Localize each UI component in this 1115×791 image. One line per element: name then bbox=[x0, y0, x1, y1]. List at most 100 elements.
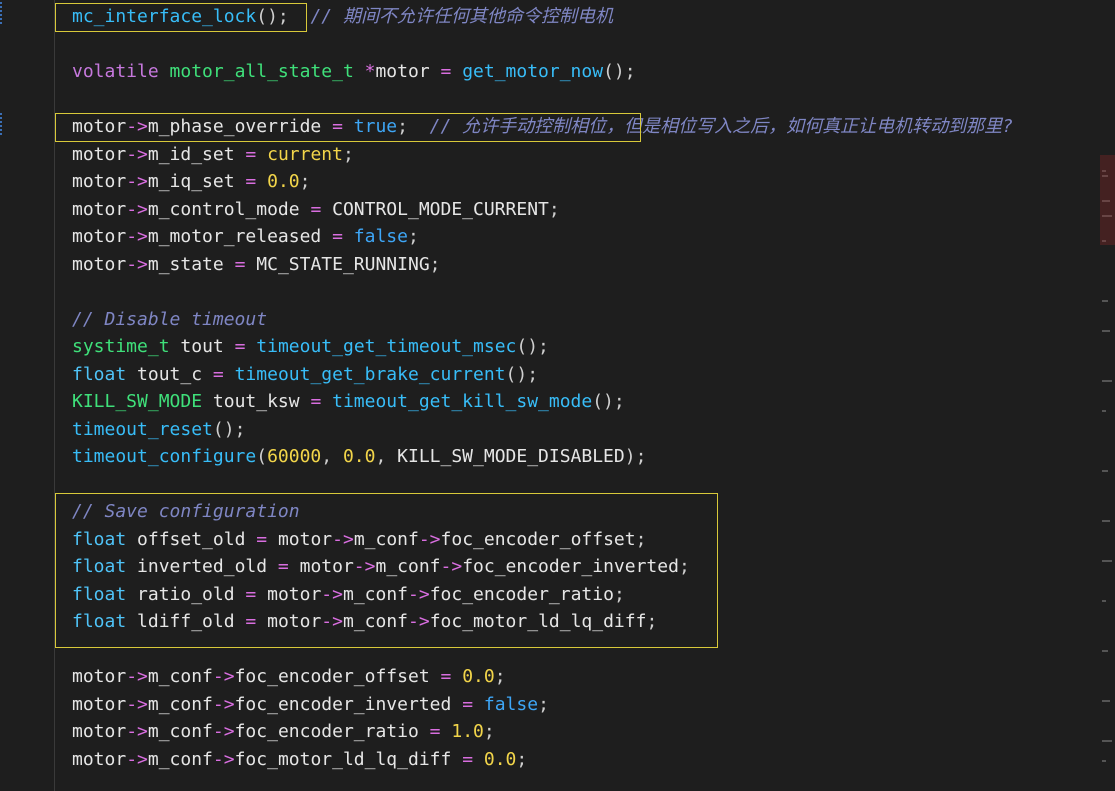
code-token: (); bbox=[592, 391, 625, 412]
code-line[interactable]: motor->m_conf->foc_motor_ld_lq_diff = 0.… bbox=[72, 746, 527, 773]
code-line[interactable]: timeout_configure(60000, 0.0, KILL_SW_MO… bbox=[72, 443, 646, 470]
code-line[interactable]: motor->m_conf->foc_encoder_offset = 0.0; bbox=[72, 663, 506, 690]
code-line[interactable]: float inverted_old = motor->m_conf->foc_… bbox=[72, 553, 690, 580]
code-token: timeout_get_brake_current bbox=[234, 363, 506, 385]
code-token: ldiff_old bbox=[137, 611, 235, 632]
code-token: ; bbox=[494, 666, 506, 687]
code-token: ; bbox=[397, 116, 430, 137]
minimap-line bbox=[1102, 410, 1106, 412]
code-token: m_conf bbox=[147, 748, 213, 770]
code-token: = bbox=[440, 61, 452, 82]
code-line[interactable]: motor->m_phase_override = true; // 允许手动控… bbox=[72, 113, 1013, 140]
code-token: m_conf bbox=[147, 721, 213, 742]
code-token: foc_encoder_inverted bbox=[462, 556, 679, 577]
code-line[interactable]: KILL_SW_MODE tout_ksw = timeout_get_kill… bbox=[72, 388, 625, 415]
code-line[interactable]: motor->m_motor_released = false; bbox=[72, 223, 419, 250]
code-line[interactable]: motor->m_conf->foc_encoder_ratio = 1.0; bbox=[72, 718, 495, 745]
code-token: float bbox=[72, 583, 127, 605]
code-line[interactable]: float ldiff_old = motor->m_conf->foc_mot… bbox=[72, 608, 657, 635]
scrollbar-thumb[interactable] bbox=[1100, 155, 1115, 245]
code-token: motor bbox=[72, 253, 127, 275]
code-token: -> bbox=[126, 748, 148, 770]
code-line[interactable]: systime_t tout = timeout_get_timeout_mse… bbox=[72, 333, 549, 360]
code-token: get_motor_now bbox=[462, 61, 604, 82]
code-token: = bbox=[332, 226, 343, 247]
code-line[interactable]: float offset_old = motor->m_conf->foc_en… bbox=[72, 526, 646, 553]
code-line[interactable]: float tout_c = timeout_get_brake_current… bbox=[72, 361, 538, 388]
code-token: m_phase_override bbox=[147, 116, 322, 137]
code-token: -> bbox=[418, 528, 441, 550]
code-line[interactable]: motor->m_id_set = current; bbox=[72, 141, 354, 168]
code-token: m_conf bbox=[342, 583, 409, 605]
code-token: ratio_old bbox=[137, 583, 235, 605]
code-token: = bbox=[245, 143, 257, 165]
code-line[interactable]: motor->m_state = MC_STATE_RUNNING; bbox=[72, 251, 441, 278]
code-line[interactable]: // Disable timeout bbox=[72, 306, 267, 333]
code-token: motor bbox=[72, 143, 127, 165]
code-token: = bbox=[310, 198, 322, 220]
minimap-line bbox=[1102, 760, 1106, 762]
code-line[interactable]: mc_interface_lock(); // 期间不允许任何其他命令控制电机 bbox=[72, 3, 613, 30]
code-line[interactable]: motor->m_conf->foc_encoder_inverted = fa… bbox=[72, 691, 549, 718]
code-token: = bbox=[462, 693, 474, 715]
code-token: float bbox=[72, 611, 127, 632]
code-token: -> bbox=[321, 611, 343, 632]
code-line[interactable]: float ratio_old = motor->m_conf->foc_enc… bbox=[72, 581, 625, 608]
code-token: = bbox=[245, 611, 257, 632]
code-token: volatile bbox=[72, 61, 159, 82]
code-token: motor bbox=[277, 528, 333, 550]
code-editor[interactable]: mc_interface_lock(); // 期间不允许任何其他命令控制电机 v… bbox=[0, 0, 1100, 791]
code-token: , bbox=[321, 446, 343, 467]
code-token: motor bbox=[72, 226, 127, 247]
code-token: motor bbox=[375, 61, 430, 82]
minimap[interactable] bbox=[1100, 0, 1115, 791]
code-token: motor bbox=[72, 721, 127, 742]
code-line[interactable]: motor->m_iq_set = 0.0; bbox=[72, 168, 310, 195]
code-token: foc_encoder_offset bbox=[234, 666, 430, 687]
code-line[interactable]: // Save configuration bbox=[72, 498, 300, 525]
code-token: -> bbox=[126, 198, 148, 220]
code-token: 0.0 bbox=[462, 666, 495, 687]
minimap-line bbox=[1102, 380, 1112, 382]
code-line[interactable]: timeout_reset(); bbox=[72, 416, 245, 443]
code-token: m_control_mode bbox=[147, 198, 300, 220]
code-token: (); bbox=[212, 418, 246, 440]
code-token: current bbox=[267, 143, 343, 165]
code-token: ; bbox=[538, 693, 549, 715]
code-token: m_motor_released bbox=[147, 226, 322, 247]
code-token: 60000 bbox=[267, 446, 322, 467]
minimap-line bbox=[1102, 650, 1108, 652]
code-token: = bbox=[332, 116, 343, 137]
code-token: -> bbox=[126, 721, 148, 742]
code-token: = bbox=[212, 363, 224, 385]
code-token: ; bbox=[613, 583, 625, 605]
code-line[interactable]: motor->m_control_mode = CONTROL_MODE_CUR… bbox=[72, 196, 560, 223]
code-token: float bbox=[72, 556, 127, 577]
code-line[interactable]: volatile motor_all_state_t *motor = get_… bbox=[72, 58, 636, 85]
code-token: = bbox=[462, 748, 474, 770]
code-token: true bbox=[353, 116, 398, 137]
code-token: , bbox=[375, 446, 398, 467]
code-token: timeout_reset bbox=[72, 418, 213, 440]
code-comment: // 允许手动控制相位，但是相位写入之后，如何真正让电机转动到那里? bbox=[429, 116, 1014, 137]
code-token: -> bbox=[212, 748, 235, 770]
code-token: ( bbox=[256, 446, 268, 467]
